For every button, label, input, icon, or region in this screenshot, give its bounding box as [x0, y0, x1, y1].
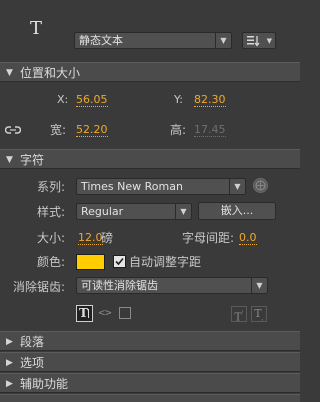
style-label: 样式: — [37, 205, 66, 219]
anti-alias-value: 可读性消除锯齿 — [81, 279, 158, 292]
section-position-size[interactable]: ▼ 位置和大小 — [0, 62, 300, 82]
color-label: 颜色: — [37, 255, 66, 269]
text-orientation-icon — [247, 36, 260, 47]
font-family-value: Times New Roman — [81, 180, 183, 193]
x-value[interactable]: 56.05 — [76, 93, 108, 107]
anti-alias-dropdown[interactable]: 可读性消除锯齿 ▼ — [76, 277, 268, 294]
render-html-icon[interactable]: <> — [97, 306, 113, 322]
selectable-text-button[interactable]: T — [76, 305, 93, 322]
border-around-text-icon[interactable] — [117, 306, 133, 322]
section-character[interactable]: ▼ 字符 — [0, 149, 300, 169]
x-label: X: — [57, 93, 69, 106]
width-label: 宽: — [50, 123, 67, 137]
size-label: 大小: — [37, 231, 66, 245]
y-value[interactable]: 82.30 — [194, 93, 226, 107]
font-style-dropdown[interactable]: Regular ▼ — [76, 203, 192, 220]
selectable-text-icon: T — [79, 306, 88, 320]
link-icon[interactable] — [5, 125, 21, 135]
section-title: 段落 — [20, 335, 45, 349]
section-accessibility[interactable]: ▶ 辅助功能 — [0, 373, 300, 393]
letter-spacing-label: 字母间距: — [182, 231, 235, 245]
section-title: 选项 — [20, 356, 45, 370]
width-value[interactable]: 52.20 — [76, 123, 108, 137]
superscript-icon[interactable]: T' — [231, 306, 247, 324]
text-type-value: 静态文本 — [79, 34, 123, 47]
color-swatch[interactable] — [76, 254, 105, 270]
subscript-icon[interactable]: T, — [251, 306, 267, 322]
text-type-dropdown[interactable]: 静态文本 ▼ — [74, 32, 232, 49]
font-size-value[interactable]: 12.0 — [78, 231, 103, 245]
anti-alias-label: 消除锯齿: — [13, 280, 66, 294]
collapsed-triangle-icon: ▶ — [6, 379, 13, 389]
family-label: 系列: — [37, 180, 66, 194]
section-paragraph[interactable]: ▶ 段落 — [0, 331, 300, 351]
checkmark-icon — [115, 257, 124, 266]
height-label: 高: — [170, 123, 187, 137]
collapsed-triangle-icon: ▶ — [6, 337, 13, 347]
expanded-triangle-icon: ▼ — [6, 68, 13, 78]
autokern-label: 自动调整字距 — [129, 255, 202, 269]
chevron-down-icon: ▼ — [266, 37, 272, 45]
collapsed-triangle-icon: ▶ — [6, 358, 13, 368]
size-unit: 磅 — [101, 231, 114, 245]
text-orientation-dropdown[interactable]: ▼ — [242, 32, 276, 49]
section-title: 位置和大小 — [20, 66, 81, 80]
section-partial[interactable] — [0, 394, 300, 402]
height-value: 17.45 — [194, 123, 226, 137]
section-options[interactable]: ▶ 选项 — [0, 352, 300, 372]
expanded-triangle-icon: ▼ — [6, 155, 13, 165]
section-title: 辅助功能 — [20, 377, 69, 391]
y-label: Y: — [174, 93, 183, 106]
letter-spacing-value[interactable]: 0.0 — [239, 231, 257, 245]
chevron-down-icon: ▼ — [175, 204, 191, 219]
embed-button[interactable]: 嵌入... — [198, 202, 276, 220]
section-title: 字符 — [20, 153, 45, 167]
chevron-down-icon: ▼ — [229, 179, 245, 194]
font-family-dropdown[interactable]: Times New Roman ▼ — [76, 178, 246, 195]
globe-icon — [253, 178, 268, 193]
font-style-value: Regular — [81, 205, 124, 218]
autokern-checkbox[interactable] — [113, 255, 126, 268]
chevron-down-icon: ▼ — [251, 278, 267, 293]
chevron-down-icon: ▼ — [215, 33, 231, 48]
text-tool-icon: T — [30, 18, 43, 39]
